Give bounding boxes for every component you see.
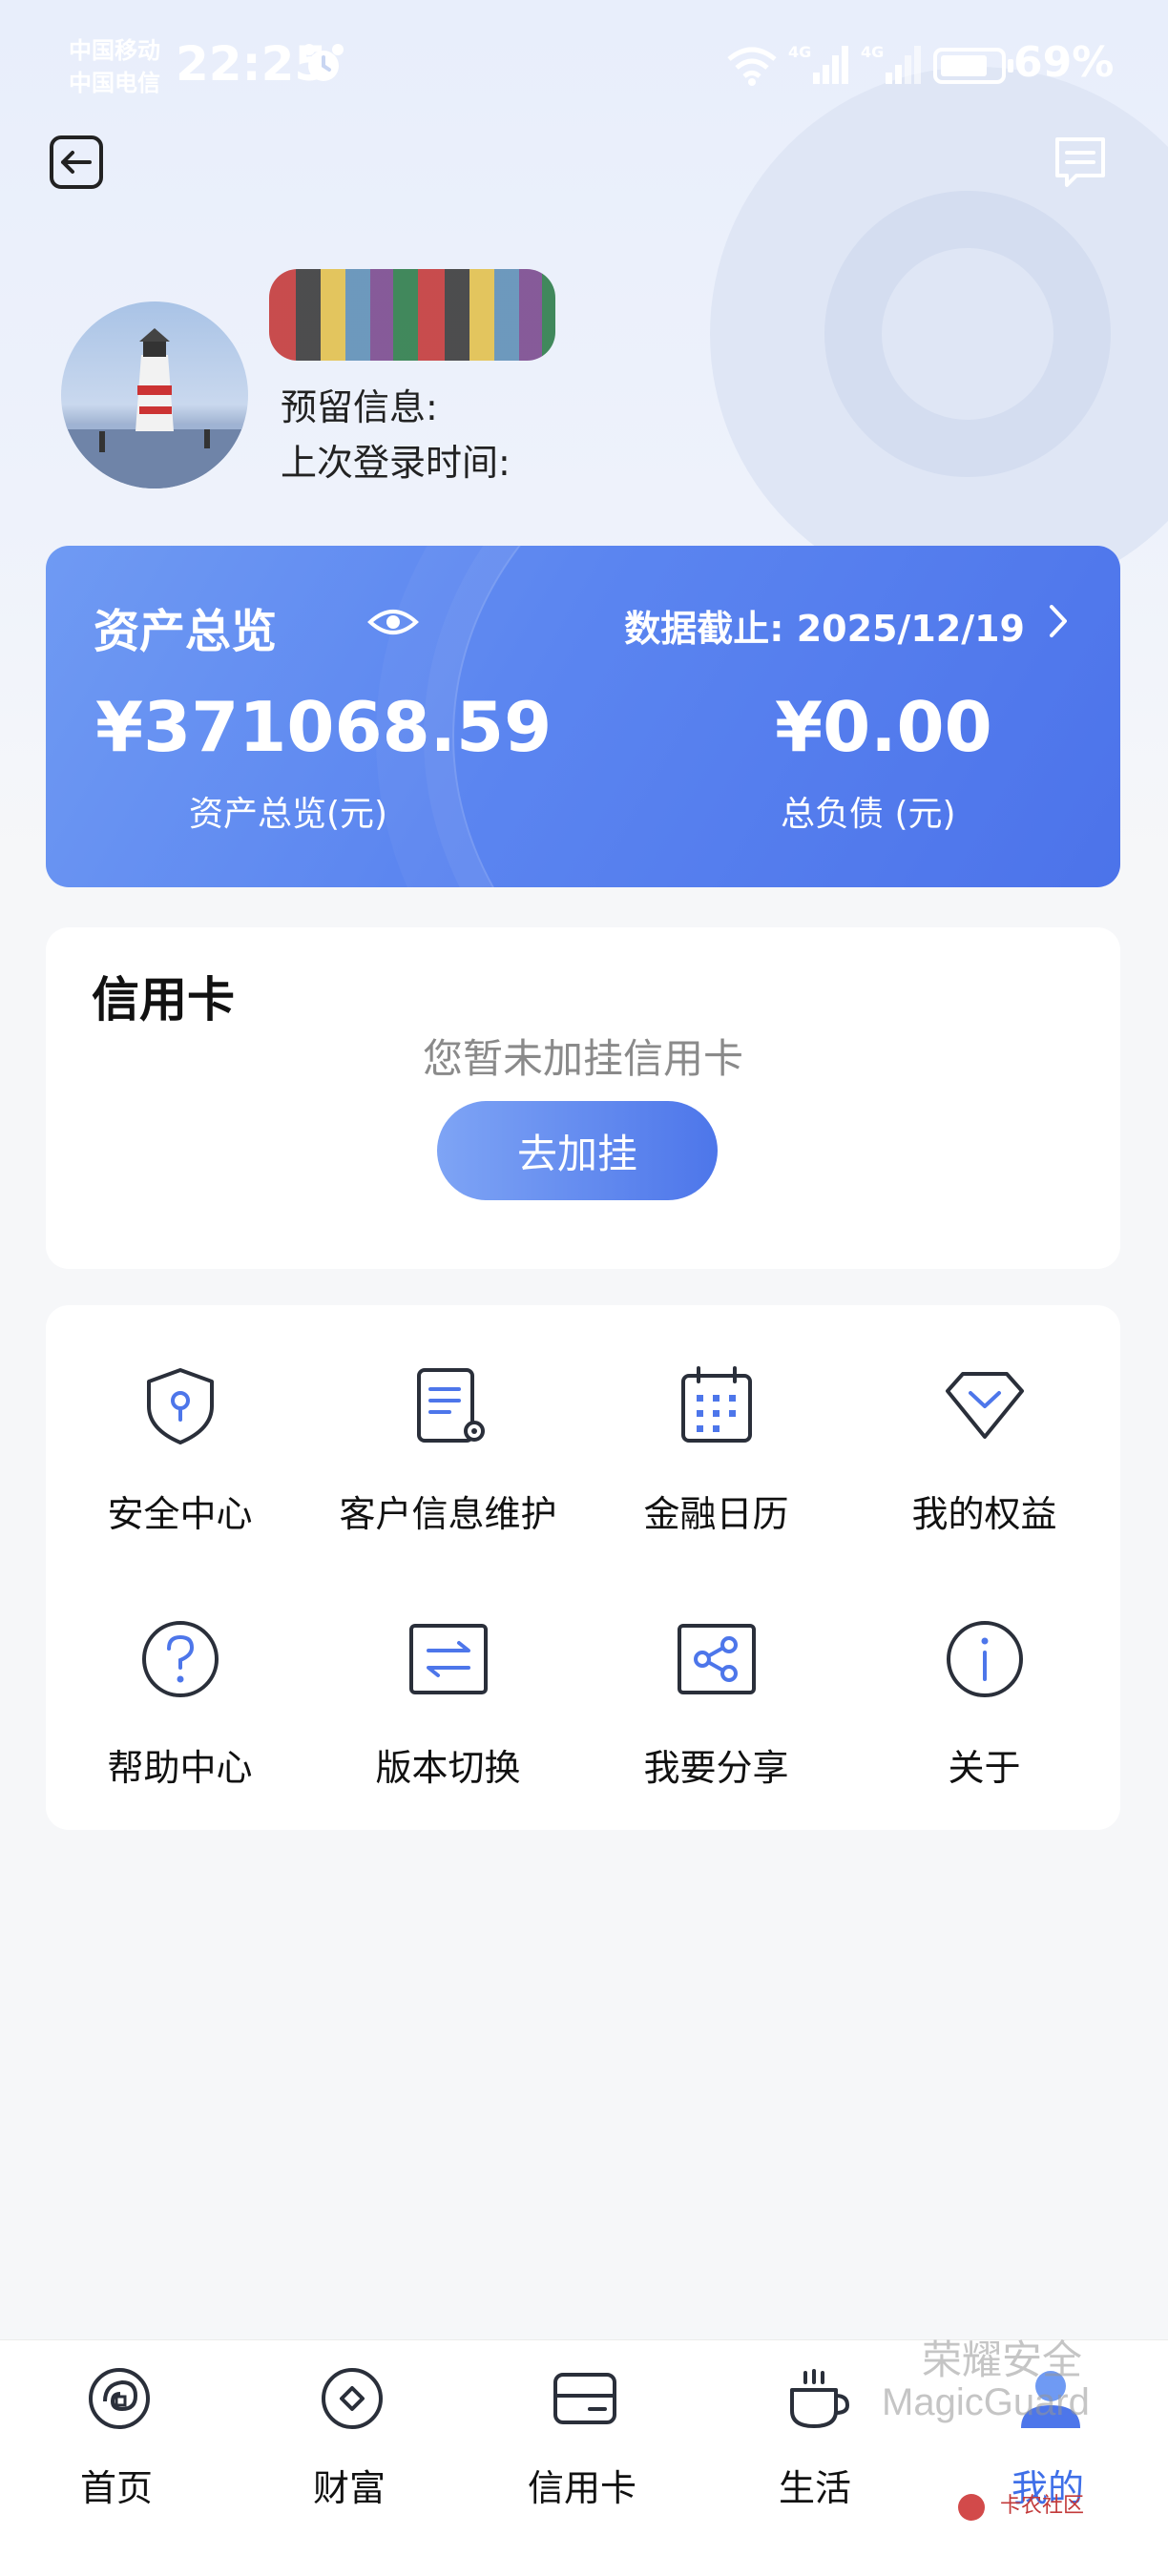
switch-icon bbox=[409, 1624, 488, 1694]
carrier-1: 中国移动 bbox=[69, 37, 160, 64]
gem-icon bbox=[946, 1372, 1024, 1439]
wealth-icon bbox=[322, 2368, 383, 2429]
nav-label: 信用卡 bbox=[527, 2467, 636, 2509]
magicguard-watermark: MagicGuard bbox=[882, 2381, 1090, 2423]
nav-credit-card[interactable]: 信用卡 bbox=[466, 2340, 699, 2531]
menu-item-customer-info[interactable]: 客户信息维护 bbox=[314, 1305, 582, 1544]
menu-item-about[interactable]: 关于 bbox=[850, 1559, 1118, 1797]
total-assets-label: 资产总览(元) bbox=[189, 795, 388, 834]
add-credit-card-button[interactable]: 去加挂 bbox=[437, 1101, 718, 1200]
menu-item-finance-calendar[interactable]: 金融日历 bbox=[582, 1305, 850, 1544]
home-icon bbox=[89, 2368, 150, 2429]
wifi-icon bbox=[727, 47, 777, 86]
logout-icon[interactable] bbox=[46, 132, 107, 193]
menu-label: 我要分享 bbox=[643, 1747, 789, 1789]
asset-title: 资产总览 bbox=[94, 605, 278, 658]
nav-label: 财富 bbox=[312, 2467, 386, 2509]
service-menu: 安全中心 客户信息维护 金融日历 我的权益 帮助中心 版本切换 我要分享 关于 bbox=[46, 1305, 1120, 1830]
reserved-info-label: 预留信息: bbox=[281, 386, 438, 428]
document-gear-icon bbox=[417, 1368, 485, 1443]
menu-item-version-switch[interactable]: 版本切换 bbox=[314, 1559, 582, 1797]
asset-overview-card[interactable]: 资产总览 数据截止: 2025/12/19 ¥371068.59 资产总览(元)… bbox=[46, 546, 1120, 887]
data-as-of[interactable]: 数据截止: 2025/12/19 bbox=[624, 599, 1025, 652]
lighthouse-avatar-image bbox=[61, 328, 248, 488]
status-bar: 中国移动 中国电信 22:25 4G 4G 69% bbox=[0, 0, 1168, 134]
carrier-info: 中国移动 中国电信 bbox=[69, 34, 160, 99]
calendar-icon bbox=[681, 1366, 752, 1443]
signal-icon-1: 4G bbox=[788, 43, 848, 84]
forum-watermark: 卡农社区 bbox=[1000, 2494, 1085, 2518]
menu-item-help-center[interactable]: 帮助中心 bbox=[46, 1559, 314, 1797]
credit-card-empty-text: 您暂未加挂信用卡 bbox=[422, 1035, 743, 1082]
share-icon bbox=[678, 1624, 756, 1694]
chevron-right-icon[interactable] bbox=[1044, 603, 1073, 639]
total-assets-value: ¥371068.59 bbox=[95, 687, 553, 767]
avatar[interactable] bbox=[61, 301, 248, 488]
menu-label: 我的权益 bbox=[911, 1493, 1057, 1535]
total-debt-value: ¥0.00 bbox=[775, 687, 992, 767]
menu-label: 帮助中心 bbox=[107, 1747, 253, 1789]
menu-item-security-center[interactable]: 安全中心 bbox=[46, 1305, 314, 1544]
nav-home[interactable]: 首页 bbox=[0, 2340, 233, 2531]
menu-label: 版本切换 bbox=[375, 1747, 521, 1789]
carrier-2: 中国电信 bbox=[69, 70, 160, 96]
menu-item-share[interactable]: 我要分享 bbox=[582, 1559, 850, 1797]
credit-card-icon bbox=[553, 2373, 616, 2424]
menu-item-my-rights[interactable]: 我的权益 bbox=[850, 1305, 1118, 1544]
honor-security-watermark: 荣耀安全 bbox=[922, 2337, 1083, 2383]
nav-life[interactable]: 生活 bbox=[699, 2340, 931, 2531]
menu-label: 安全中心 bbox=[107, 1493, 253, 1535]
cup-icon bbox=[790, 2369, 850, 2428]
forum-logo-icon bbox=[958, 2494, 985, 2521]
header-decoration-ring bbox=[824, 191, 1111, 477]
nav-label: 生活 bbox=[778, 2467, 851, 2509]
signal-icon-2: 4G bbox=[861, 43, 921, 84]
alarm-icon bbox=[303, 44, 344, 81]
message-icon[interactable] bbox=[1050, 132, 1111, 193]
battery-icon bbox=[933, 48, 1013, 84]
info-icon bbox=[947, 1621, 1023, 1697]
shield-icon bbox=[147, 1368, 214, 1444]
battery-percent: 69% bbox=[1013, 38, 1115, 87]
help-icon bbox=[142, 1621, 219, 1697]
nav-wealth[interactable]: 财富 bbox=[233, 2340, 466, 2531]
credit-card-title: 信用卡 bbox=[92, 972, 235, 1028]
menu-label: 客户信息维护 bbox=[339, 1493, 557, 1535]
menu-label: 关于 bbox=[948, 1747, 1021, 1789]
signal-1-label: 4G bbox=[788, 43, 811, 61]
signal-2-label: 4G bbox=[861, 43, 884, 61]
nav-label: 首页 bbox=[79, 2467, 153, 2509]
total-debt-label: 总负债 (元) bbox=[781, 795, 956, 834]
menu-label: 金融日历 bbox=[643, 1493, 789, 1535]
last-login-label: 上次登录时间: bbox=[281, 442, 511, 484]
masked-username bbox=[269, 269, 555, 361]
eye-icon[interactable] bbox=[366, 603, 420, 641]
credit-card-section: 信用卡 您暂未加挂信用卡 去加挂 bbox=[46, 927, 1120, 1269]
